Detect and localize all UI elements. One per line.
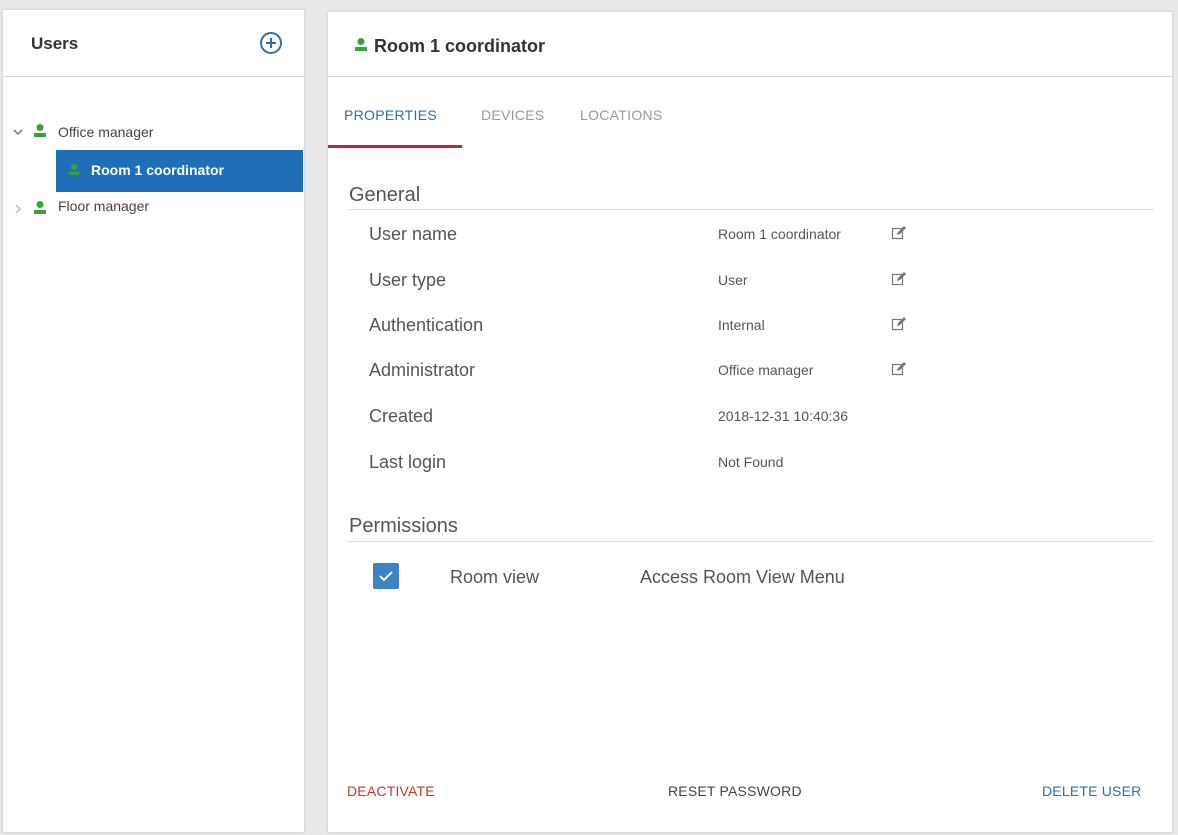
tree-item-label: Room 1 coordinator <box>91 162 225 178</box>
delete-user-button[interactable]: DELETE USER <box>1042 783 1141 799</box>
reset-password-button[interactable]: RESET PASSWORD <box>668 783 802 799</box>
page-title: Room 1 coordinator <box>374 36 546 56</box>
tree-item-office-manager[interactable]: Office manager <box>3 114 304 150</box>
prop-label-user-type: User type <box>369 270 447 290</box>
deactivate-button[interactable]: DEACTIVATE <box>347 783 435 799</box>
tree-item-label: Office manager <box>58 124 154 140</box>
prop-value-user-name: Room 1 coordinator <box>718 226 841 242</box>
tree-item-room-1-coordinator[interactable]: Room 1 coordinator <box>56 150 303 192</box>
tab-bar: PROPERTIES DEVICES LOCATIONS <box>328 107 1172 152</box>
chevron-down-icon[interactable] <box>11 125 25 139</box>
tree-item-floor-manager[interactable]: Floor manager <box>3 194 304 230</box>
tab-devices[interactable]: DEVICES <box>481 107 545 123</box>
users-panel: Users Office manager Room 1 coordinator … <box>3 10 304 832</box>
edit-icon[interactable] <box>891 361 907 377</box>
permission-description: Access Room View Menu <box>640 567 845 587</box>
permission-name: Room view <box>450 567 540 587</box>
active-tab-indicator <box>328 145 462 148</box>
edit-icon[interactable] <box>891 271 907 287</box>
prop-label-user-name: User name <box>369 224 458 244</box>
user-icon <box>354 37 368 53</box>
prop-value-user-type: User <box>718 272 748 288</box>
prop-value-created: 2018-12-31 10:40:36 <box>718 408 848 424</box>
user-icon <box>68 163 82 179</box>
tree-item-label: Floor manager <box>58 198 150 214</box>
prop-label-administrator: Administrator <box>369 360 476 380</box>
section-divider <box>348 541 1154 542</box>
prop-label-authentication: Authentication <box>369 315 484 335</box>
user-icon <box>33 123 47 139</box>
section-title-general: General <box>349 184 421 206</box>
user-detail-panel: Room 1 coordinator PROPERTIES DEVICES LO… <box>328 12 1172 832</box>
section-title-permissions: Permissions <box>349 515 458 537</box>
users-panel-header: Users <box>3 10 304 77</box>
tab-locations[interactable]: LOCATIONS <box>580 107 663 123</box>
edit-icon[interactable] <box>891 316 907 332</box>
users-panel-title: Users <box>31 34 79 53</box>
chevron-right-icon[interactable] <box>11 202 25 216</box>
prop-value-administrator: Office manager <box>718 362 814 378</box>
prop-label-created: Created <box>369 406 434 426</box>
prop-label-last-login: Last login <box>369 452 447 472</box>
user-tree: Office manager Room 1 coordinator Floor … <box>3 114 304 230</box>
edit-icon[interactable] <box>891 225 907 241</box>
check-icon <box>379 571 393 582</box>
prop-value-last-login: Not Found <box>718 454 784 470</box>
prop-value-authentication: Internal <box>718 317 765 333</box>
add-user-button[interactable] <box>259 31 283 55</box>
permission-checkbox-room-view[interactable] <box>373 563 399 589</box>
plus-circle-icon <box>260 32 282 54</box>
tab-properties[interactable]: PROPERTIES <box>344 107 437 123</box>
user-detail-header: Room 1 coordinator <box>328 12 1172 77</box>
user-icon <box>33 200 47 216</box>
section-divider <box>348 209 1154 210</box>
